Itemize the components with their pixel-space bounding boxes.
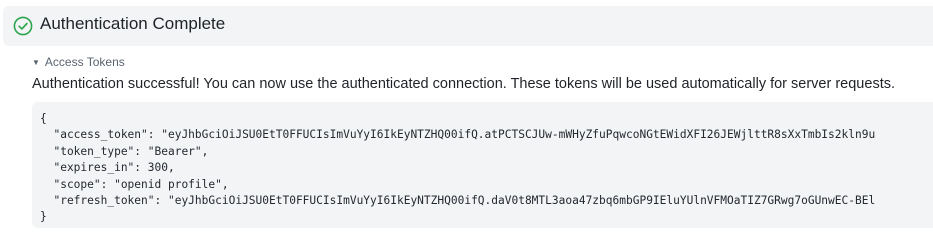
check-circle-icon: [13, 16, 33, 36]
page-title: Authentication Complete: [40, 14, 226, 33]
access-tokens-toggle[interactable]: ▼ Access Tokens: [32, 55, 125, 69]
auth-complete-header: Authentication Complete: [3, 6, 933, 46]
code-line: "token_type": "Bearer",: [40, 144, 209, 158]
code-line: "expires_in": 300,: [40, 161, 175, 175]
triangle-down-icon: ▼: [32, 57, 40, 67]
code-line: "refresh_token": "eyJhbGciOiJSU0EtT0FFUC…: [40, 194, 876, 208]
tokens-code-block[interactable]: { "access_token": "eyJhbGciOiJSU0EtT0FFU…: [32, 102, 933, 228]
code-line: "scope": "openid profile",: [40, 177, 229, 191]
access-tokens-label: Access Tokens: [44, 55, 125, 69]
success-message: Authentication successful! You can now u…: [32, 76, 895, 92]
code-line: {: [40, 112, 47, 125]
tokens-json: { "access_token": "eyJhbGciOiJSU0EtT0FFU…: [40, 111, 875, 226]
code-line: "access_token": "eyJhbGciOiJSU0EtT0FFUCI…: [40, 128, 876, 142]
code-line: }: [40, 210, 47, 224]
